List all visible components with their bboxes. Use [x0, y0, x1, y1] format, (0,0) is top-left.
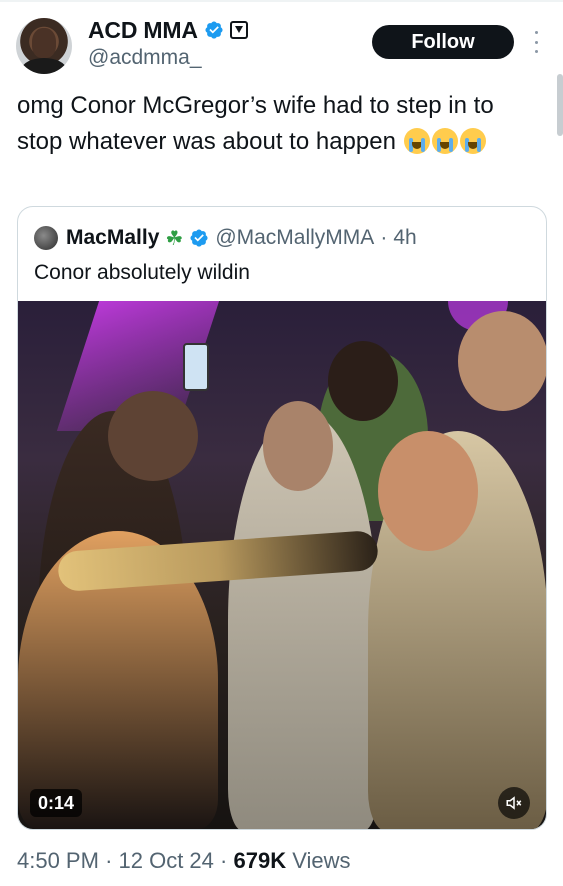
- tweet-date[interactable]: 12 Oct 24: [119, 848, 214, 873]
- verified-badge-icon: [205, 21, 223, 39]
- author-display-name[interactable]: ACD MMA: [88, 17, 198, 44]
- top-divider: [0, 0, 563, 2]
- tweet-text: omg Conor McGregor’s wife had to step in…: [17, 88, 537, 160]
- emoji-group: [403, 128, 486, 154]
- quoted-display-name: MacMally: [66, 226, 160, 249]
- author-handle[interactable]: @acdmma_: [88, 46, 202, 70]
- affiliation-badge-icon[interactable]: [229, 21, 248, 39]
- phone-in-hand: [183, 343, 209, 391]
- loudly-crying-face-icon: [459, 128, 486, 154]
- tweet-time[interactable]: 4:50 PM: [17, 848, 99, 873]
- views-label: Views: [292, 848, 351, 873]
- meta-separator: ·: [220, 848, 228, 873]
- crowd-figure: [328, 341, 398, 421]
- quoted-verified-badge-icon: [190, 229, 208, 247]
- tweet-meta: 4:50 PM · 12 Oct 24 · 679K Views: [17, 848, 351, 874]
- video-player[interactable]: 0:14: [18, 301, 546, 829]
- quoted-text: Conor absolutely wildin: [34, 261, 250, 284]
- video-duration-badge: 0:14: [30, 789, 83, 817]
- views-count[interactable]: 679K: [233, 848, 286, 873]
- quoted-tweet[interactable]: MacMally ☘ @MacMallyMMA · 4h Conor absol…: [17, 206, 547, 830]
- loudly-crying-face-icon: [403, 128, 430, 154]
- crowd-figure: [263, 401, 333, 491]
- avatar-face: [32, 28, 56, 58]
- crowd-figure: [458, 311, 546, 411]
- crowd-figure: [108, 391, 198, 481]
- meta-separator: ·: [105, 848, 113, 873]
- quoted-separator: ·: [380, 226, 388, 249]
- quoted-author-row: MacMally ☘ @MacMallyMMA · 4h: [34, 223, 417, 253]
- more-options-icon[interactable]: [530, 31, 542, 53]
- author-avatar[interactable]: [16, 18, 72, 74]
- mute-toggle-button[interactable]: [498, 787, 530, 819]
- avatar-shirt: [22, 58, 66, 74]
- quoted-age: 4h: [393, 226, 417, 249]
- quoted-handle: @MacMallyMMA: [215, 226, 375, 249]
- author-name-row: ACD MMA: [88, 16, 248, 44]
- muted-speaker-icon: [506, 796, 522, 810]
- loudly-crying-face-icon: [431, 128, 458, 154]
- shamrock-icon: ☘: [165, 227, 184, 250]
- follow-button[interactable]: Follow: [372, 25, 514, 59]
- crowd-figure: [378, 431, 478, 551]
- quoted-author-avatar: [34, 226, 58, 250]
- scrollbar[interactable]: [557, 74, 563, 136]
